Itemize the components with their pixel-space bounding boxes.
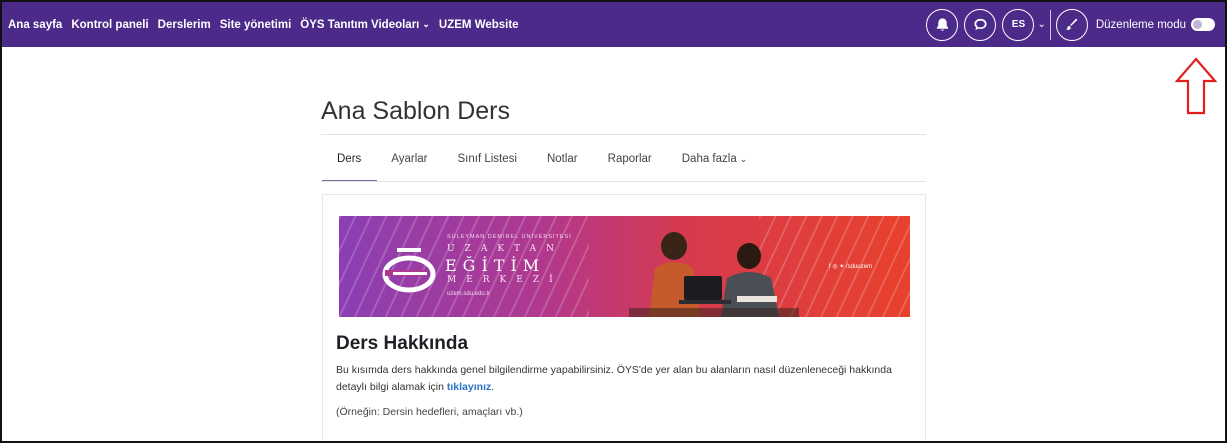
tab-participants[interactable]: Sınıf Listesi [458, 144, 517, 182]
navbar-divider [1049, 9, 1051, 40]
banner-word-3: MERKEZİ [447, 275, 563, 285]
browser-frame: Ana sayfa Kontrol paneli Derslerim Site … [0, 0, 1227, 443]
tab-settings[interactable]: Ayarlar [391, 144, 427, 182]
tab-reports[interactable]: Raporlar [608, 144, 652, 182]
banner-word-2: EĞİTİM [445, 256, 546, 275]
page-title: Ana Sablon Ders [321, 97, 511, 125]
course-section-card: SÜLEYMAN DEMİREL ÜNİVERSİTESİ UZAKTAN EĞ… [322, 194, 926, 441]
banner-social-handles: f ◎ ✦ /sduuzem [829, 264, 872, 270]
students-illustration [629, 232, 799, 317]
navbar-actions: ES ⌄ Düzenleme modu [920, 2, 1215, 47]
banner-url: uzem.sdu.edu.tr [447, 291, 491, 297]
chevron-down-icon: ⌄ [739, 154, 748, 164]
help-link[interactable]: tıklayınız [447, 381, 491, 393]
tab-more-dropdown[interactable]: Daha fazla ⌄ [682, 144, 748, 182]
nav-my-courses[interactable]: Derslerim [158, 19, 211, 31]
top-navbar: Ana sayfa Kontrol paneli Derslerim Site … [2, 2, 1225, 47]
messages-button[interactable] [964, 8, 997, 41]
divider [321, 181, 926, 182]
bell-icon [936, 18, 949, 31]
nav-uzem-website[interactable]: UZEM Website [439, 19, 519, 31]
divider [321, 134, 926, 135]
section-example-text: (Örneğin: Dersin hedefleri, amaçları vb.… [336, 406, 523, 418]
notifications-button[interactable] [926, 8, 959, 41]
course-tabs: Ders Ayarlar Sınıf Listesi Notlar Raporl… [321, 144, 777, 182]
user-initials: ES [1011, 19, 1026, 30]
course-banner-image: SÜLEYMAN DEMİREL ÜNİVERSİTESİ UZAKTAN EĞ… [339, 216, 910, 317]
edit-mode-toggle[interactable] [1191, 18, 1215, 31]
primary-nav: Ana sayfa Kontrol paneli Derslerim Site … [2, 2, 528, 47]
banner-word-1: UZAKTAN [447, 244, 564, 254]
nav-home[interactable]: Ana sayfa [8, 19, 62, 31]
uzem-logo-icon [382, 248, 436, 293]
chevron-down-icon: ⌄ [422, 19, 430, 29]
tab-course[interactable]: Ders [321, 144, 378, 182]
banner-university-text: SÜLEYMAN DEMİREL ÜNİVERSİTESİ [447, 234, 572, 240]
user-avatar-button[interactable]: ES [1002, 8, 1035, 41]
nav-site-admin[interactable]: Site yönetimi [220, 19, 292, 31]
chat-bubble-icon [974, 18, 987, 31]
nav-dashboard[interactable]: Kontrol paneli [71, 19, 148, 31]
chevron-down-icon[interactable]: ⌄ [1037, 19, 1045, 30]
nav-intro-videos-dropdown[interactable]: ÖYS Tanıtım Videoları ⌄ [300, 19, 430, 31]
brush-icon [1066, 18, 1078, 30]
section-description: Bu kısımda ders hakkında genel bilgilend… [336, 364, 892, 393]
edit-mode-label: Düzenleme modu [1095, 18, 1186, 31]
tab-grades[interactable]: Notlar [547, 144, 578, 182]
section-heading: Ders Hakkında [336, 333, 469, 354]
up-arrow-annotation-icon [1175, 57, 1217, 115]
theme-brush-button[interactable] [1055, 8, 1088, 41]
